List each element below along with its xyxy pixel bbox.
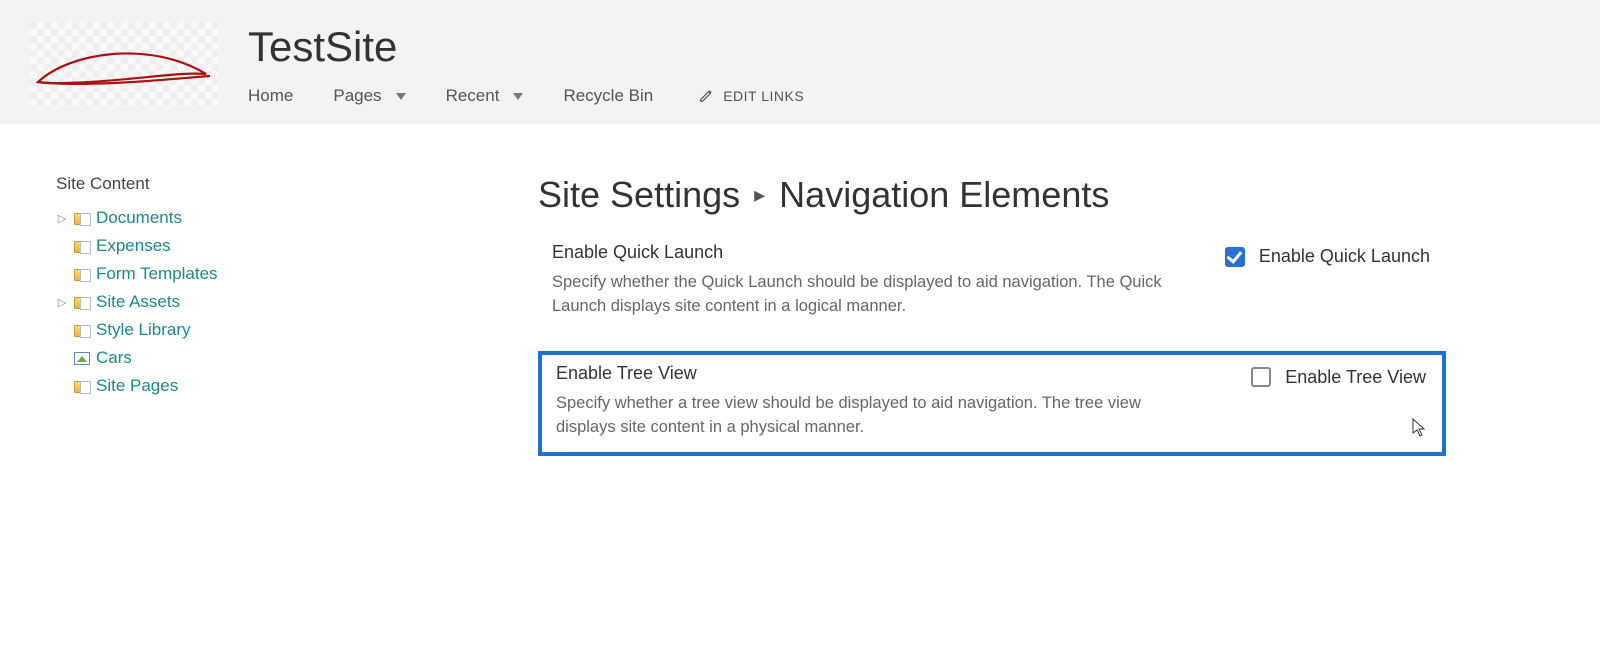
quick-launch-desc: Specify whether the Quick Launch should … (552, 271, 1185, 319)
nav-home-label: Home (248, 86, 293, 106)
sidebar: Site Content ▷ Documents Expenses Form Temp… (56, 174, 476, 400)
breadcrumb: Site Settings ▸ Navigation Elements (538, 174, 1446, 216)
document-library-icon (74, 381, 90, 393)
pencil-icon (699, 89, 713, 103)
chevron-down-icon (513, 93, 523, 100)
tree-item[interactable]: Expenses (56, 232, 476, 260)
document-library-icon (74, 241, 90, 253)
edit-links-label: EDIT LINKS (723, 88, 804, 104)
tree-item-label[interactable]: Expenses (96, 236, 171, 256)
tree-view-checkbox[interactable] (1251, 367, 1271, 387)
tree-view-title: Enable Tree View (556, 363, 1211, 384)
breadcrumb-current: Navigation Elements (779, 174, 1109, 216)
cursor-icon (1412, 418, 1428, 438)
document-library-icon (74, 325, 90, 337)
tree-item-label[interactable]: Site Pages (96, 376, 178, 396)
tree-view: ▷ Documents Expenses Form Templates ▷ Site As… (56, 204, 476, 400)
car-logo-icon (30, 42, 220, 92)
sidebar-heading: Site Content (56, 174, 476, 194)
tree-expander-icon[interactable]: ▷ (56, 296, 68, 309)
tree-item[interactable]: ▷ Site Assets (56, 288, 476, 316)
tree-expander-icon[interactable]: ▷ (56, 212, 68, 225)
nav-pages-label: Pages (333, 86, 381, 106)
tree-item[interactable]: Form Templates (56, 260, 476, 288)
document-library-icon (74, 297, 90, 309)
top-nav: Home Pages Recent Recycle Bin EDIT LINKS (248, 82, 804, 110)
main-content: Site Settings ▸ Navigation Elements Enab… (476, 174, 1506, 476)
tree-view-checkbox-label: Enable Tree View (1285, 367, 1426, 388)
breadcrumb-separator-icon: ▸ (754, 182, 765, 208)
quick-launch-checkbox-label: Enable Quick Launch (1259, 246, 1430, 267)
nav-pages[interactable]: Pages (333, 82, 423, 110)
tree-item[interactable]: Cars (56, 344, 476, 372)
tree-item-label[interactable]: Cars (96, 348, 132, 368)
tree-item-label[interactable]: Form Templates (96, 264, 218, 284)
nav-recycle-bin[interactable]: Recycle Bin (563, 82, 671, 110)
section-quick-launch: Enable Quick Launch Specify whether the … (538, 234, 1446, 331)
tree-item-label[interactable]: Site Assets (96, 292, 180, 312)
quick-launch-title: Enable Quick Launch (552, 242, 1185, 263)
document-library-icon (74, 269, 90, 281)
tree-item-label[interactable]: Documents (96, 208, 182, 228)
nav-recycle-bin-label: Recycle Bin (563, 86, 653, 106)
quick-launch-checkbox[interactable] (1225, 247, 1245, 267)
document-library-icon (74, 213, 90, 225)
tree-item[interactable]: Style Library (56, 316, 476, 344)
edit-links-button[interactable]: EDIT LINKS (699, 88, 804, 104)
tree-view-desc: Specify whether a tree view should be di… (556, 392, 1196, 440)
image-library-icon (74, 352, 90, 365)
section-tree-view: Enable Tree View Specify whether a tree … (538, 351, 1446, 456)
tree-item[interactable]: ▷ Documents (56, 204, 476, 232)
breadcrumb-parent[interactable]: Site Settings (538, 174, 740, 216)
nav-home[interactable]: Home (248, 82, 311, 110)
tree-item-label[interactable]: Style Library (96, 320, 190, 340)
nav-recent-label: Recent (446, 86, 500, 106)
site-header: TestSite Home Pages Recent Recycle Bin E… (0, 0, 1600, 124)
chevron-down-icon (396, 93, 406, 100)
nav-recent[interactable]: Recent (446, 82, 542, 110)
site-title[interactable]: TestSite (248, 26, 804, 68)
site-logo[interactable] (30, 22, 220, 107)
tree-item[interactable]: Site Pages (56, 372, 476, 400)
